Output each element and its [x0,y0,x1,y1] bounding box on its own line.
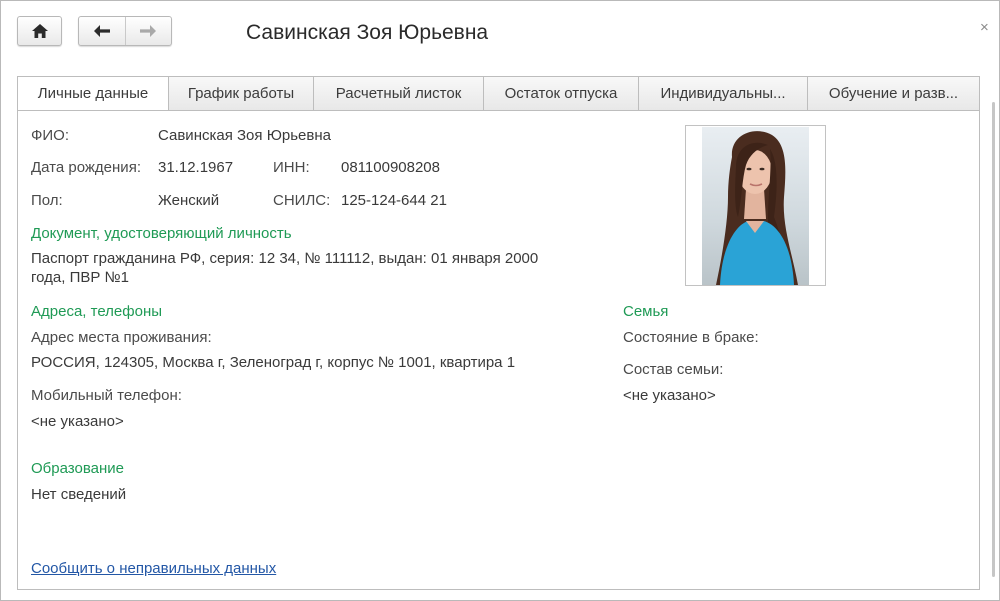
report-incorrect-data-link[interactable]: Сообщить о неправильных данных [31,560,276,577]
page-title: Савинская Зоя Юрьевна [246,21,489,44]
marital-status-label: Состояние в браке: [623,329,759,346]
personal-data-panel [17,110,980,590]
fio-value: Савинская Зоя Юрьевна [158,127,331,144]
inn-label: ИНН: [273,159,310,176]
arrow-right-icon [140,25,157,37]
family-heading: Семья [623,303,669,320]
birth-date-value: 31.12.1967 [158,159,234,176]
mobile-value: <не указано> [31,413,124,430]
back-button[interactable] [79,17,125,45]
education-heading: Образование [31,460,124,477]
tab-vacation-balance[interactable]: Остаток отпуска [484,76,639,111]
document-line-1: Паспорт гражданина РФ, серия: 12 34, № 1… [31,250,539,267]
tab-personal-data[interactable]: Личные данные [17,76,169,111]
tab-individual[interactable]: Индивидуальны... [639,76,808,111]
family-composition-label: Состав семьи: [623,361,724,378]
snils-value: 125-124-644 21 [341,192,447,209]
inn-value: 081100908208 [341,159,440,176]
close-icon[interactable]: × [980,19,989,36]
addresses-heading: Адреса, телефоны [31,303,163,320]
snils-label: СНИЛС: [273,192,331,209]
home-icon [31,24,48,38]
forward-button[interactable] [124,17,172,45]
tab-bar: Личные данные График работы Расчетный ли… [17,76,980,111]
document-line-2: года, ПВР №1 [31,269,129,286]
document-heading: Документ, удостоверяющий личность [31,225,292,242]
employee-photo-frame [685,125,826,286]
home-button[interactable] [17,16,62,46]
scrollbar-thumb[interactable] [992,102,995,577]
mobile-label: Мобильный телефон: [31,387,182,404]
family-composition-value: <не указано> [623,387,716,404]
arrow-left-icon [93,25,110,37]
residence-value: РОССИЯ, 124305, Москва г, Зеленоград г, … [31,354,516,371]
vertical-scrollbar[interactable] [990,96,998,586]
residence-label: Адрес места проживания: [31,329,212,346]
birth-date-label: Дата рождения: [31,159,141,176]
employee-photo [702,127,809,285]
gender-value: Женский [158,192,220,209]
fio-label: ФИО: [31,127,70,144]
tab-payslip[interactable]: Расчетный листок [314,76,484,111]
tab-work-schedule[interactable]: График работы [169,76,314,111]
navigation-buttons [78,16,172,46]
employee-window: Савинская Зоя Юрьевна × Личные данные Гр… [0,0,1000,601]
gender-label: Пол: [31,192,63,209]
education-value: Нет сведений [31,486,127,503]
tab-training[interactable]: Обучение и разв... [808,76,980,111]
